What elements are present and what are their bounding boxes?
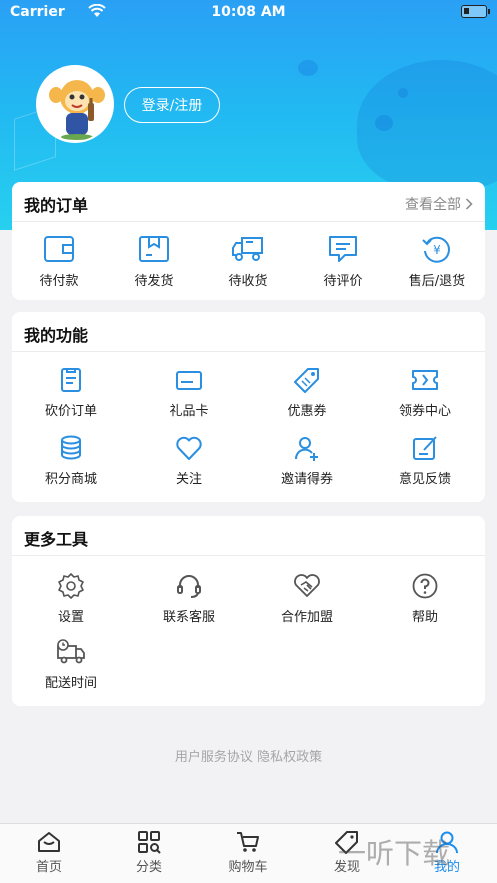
feature-bargain-orders[interactable]: 砍价订单: [26, 366, 116, 419]
tab-label: 首页: [35, 860, 62, 875]
ticket-icon: [412, 370, 438, 390]
divider: [12, 351, 485, 352]
tool-help[interactable]: 帮助: [380, 572, 470, 625]
feature-coupons[interactable]: 优惠券: [262, 366, 352, 419]
tool-contact-service[interactable]: 联系客服: [144, 572, 234, 625]
gear-icon: [58, 573, 84, 599]
user-agreement-link[interactable]: 用户服务协议: [175, 750, 253, 765]
monkey-mascot-icon: [38, 67, 112, 141]
view-all-label: 查看全部: [405, 197, 461, 213]
feature-feedback[interactable]: 意见反馈: [380, 434, 470, 487]
order-label: 待收货: [228, 274, 268, 289]
card-icon: [176, 371, 202, 390]
tool-settings[interactable]: 设置: [26, 572, 116, 625]
decorative-bubble: [298, 60, 318, 76]
decorative-mascot-silhouette: [357, 60, 497, 190]
discover-icon: [335, 831, 358, 854]
home-icon: [38, 832, 60, 852]
order-label: 售后/退货: [408, 274, 466, 289]
add-user-icon: [294, 437, 318, 461]
divider: [12, 221, 485, 222]
card-title: 我的订单: [24, 196, 89, 215]
order-pending-payment[interactable]: 待付款: [14, 234, 104, 289]
my-features-card: 我的功能 砍价订单 礼品卡 优惠券 领券中心 积分商城 关注 邀请得券 意见反馈: [12, 312, 485, 502]
tab-cart[interactable]: 购物车: [208, 830, 288, 875]
comment-icon: [329, 236, 357, 262]
headset-icon: [177, 575, 201, 598]
view-all-orders-link[interactable]: 查看全部: [405, 194, 473, 214]
order-pending-shipment[interactable]: 待发货: [109, 234, 199, 289]
my-orders-card: 我的订单 查看全部 待付款 待发货 待收货 待评价 ¥ 售后/退货: [12, 182, 485, 300]
order-label: 待付款: [39, 274, 79, 289]
login-register-button[interactable]: 登录/注册: [124, 87, 220, 123]
feature-label: 意见反馈: [398, 472, 451, 487]
bottom-tab-bar: 首页 分类 购物车 发现 我的: [0, 823, 497, 883]
delivery-time-icon: [57, 639, 85, 664]
tab-label: 发现: [333, 860, 360, 875]
profile-icon: [436, 831, 458, 854]
tool-label: 帮助: [411, 610, 438, 625]
feature-label: 砍价订单: [44, 404, 97, 419]
avatar[interactable]: [36, 65, 114, 143]
privacy-policy-link[interactable]: 隐私权政策: [257, 750, 322, 765]
feature-label: 积分商城: [44, 472, 97, 487]
feature-label: 领券中心: [398, 404, 451, 419]
feature-label: 邀请得券: [280, 472, 333, 487]
category-icon: [138, 831, 161, 854]
feature-label: 礼品卡: [169, 404, 209, 419]
tool-label: 合作加盟: [280, 610, 333, 625]
card-title: 更多工具: [24, 530, 89, 549]
order-after-sales[interactable]: ¥ 售后/退货: [392, 234, 482, 289]
order-pending-review[interactable]: 待评价: [298, 234, 388, 289]
package-icon: [139, 236, 169, 262]
battery-icon: [461, 5, 490, 18]
clock: 10:08 AM: [211, 4, 286, 20]
divider: [12, 555, 485, 556]
tab-category[interactable]: 分类: [109, 830, 189, 875]
tab-discover[interactable]: 发现: [307, 830, 387, 875]
feature-label: 优惠券: [287, 404, 327, 419]
heart-icon: [176, 436, 202, 460]
tool-label: 配送时间: [44, 676, 97, 691]
card-title: 我的功能: [24, 326, 89, 345]
tab-label: 我的: [433, 860, 460, 875]
tool-label: 设置: [57, 610, 84, 625]
svg-text:¥: ¥: [433, 243, 441, 257]
tab-home[interactable]: 首页: [9, 830, 89, 875]
more-tools-card: 更多工具 设置 联系客服 合作加盟 帮助 配送时间: [12, 516, 485, 706]
tag-icon: [294, 368, 319, 393]
tool-partnership[interactable]: 合作加盟: [262, 572, 352, 625]
cart-icon: [237, 832, 259, 852]
help-icon: [412, 573, 438, 599]
status-bar: Carrier 10:08 AM: [0, 0, 497, 24]
refund-icon: ¥: [422, 236, 450, 263]
chevron-right-icon: [465, 198, 473, 210]
footer-links: 用户服务协议 隐私权政策: [0, 746, 497, 765]
tab-profile[interactable]: 我的: [407, 830, 487, 875]
tab-label: 购物车: [228, 860, 268, 875]
coins-icon: [61, 435, 81, 460]
feature-follow[interactable]: 关注: [144, 434, 234, 487]
wallet-icon: [44, 236, 74, 262]
feature-coupon-center[interactable]: 领券中心: [380, 366, 470, 419]
tab-label: 分类: [135, 860, 162, 875]
delivery-truck-icon: [232, 237, 263, 261]
feature-gift-card[interactable]: 礼品卡: [144, 366, 234, 419]
order-pending-receipt[interactable]: 待收货: [203, 234, 293, 289]
order-label: 待发货: [134, 274, 174, 289]
feature-invite-coupon[interactable]: 邀请得券: [262, 434, 352, 487]
feature-points-mall[interactable]: 积分商城: [26, 434, 116, 487]
feature-label: 关注: [175, 472, 202, 487]
handshake-icon: [294, 574, 320, 597]
tool-delivery-time[interactable]: 配送时间: [26, 638, 116, 691]
feedback-icon: [413, 436, 437, 460]
clipboard-icon: [61, 368, 81, 392]
tool-label: 联系客服: [162, 610, 215, 625]
order-label: 待评价: [323, 274, 363, 289]
